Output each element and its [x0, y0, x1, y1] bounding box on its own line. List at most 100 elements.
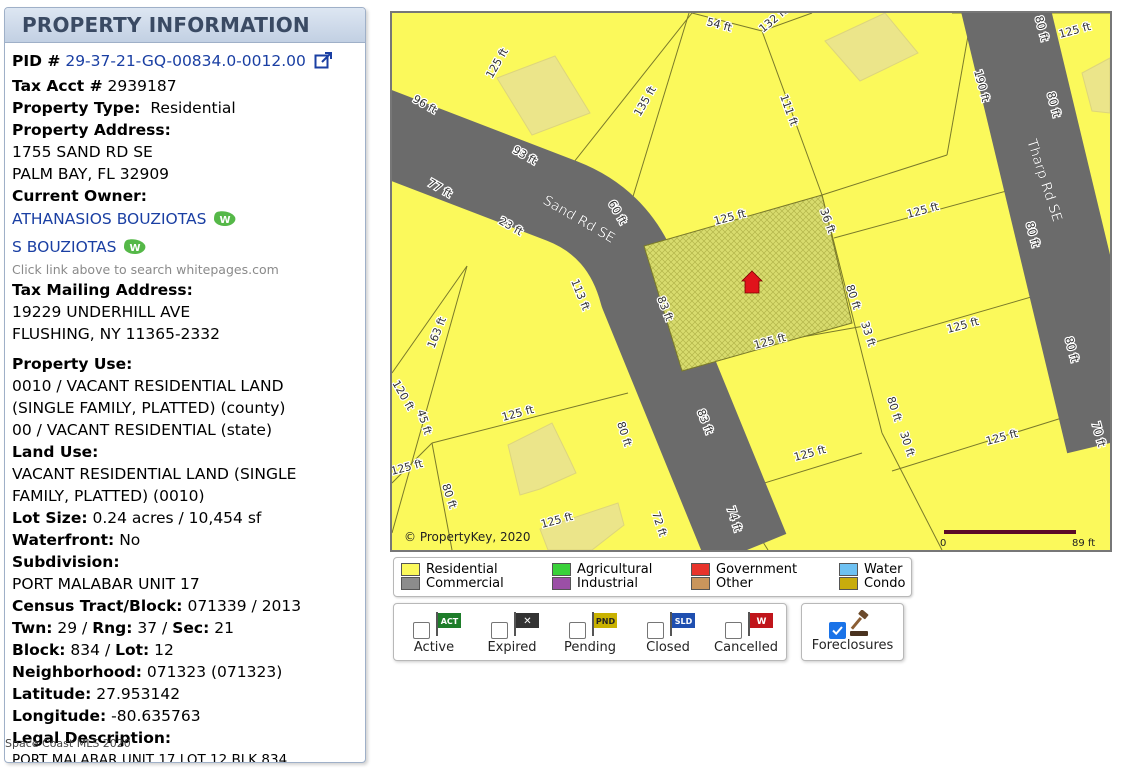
- property-use-line1: 0010 / VACANT RESIDENTIAL LAND: [12, 377, 284, 395]
- panel-body: PID # 29-37-21-GQ-00834.0-0012.00 Tax Ac…: [5, 43, 365, 762]
- census-value: 071339 / 2013: [187, 597, 302, 615]
- owner1-link[interactable]: ATHANASIOS BOUZIOTAS: [12, 210, 206, 228]
- gavel-icon: [850, 610, 869, 636]
- longitude-label: Longitude:: [12, 707, 107, 725]
- lot-size-label: Lot Size:: [12, 509, 88, 527]
- twn-label: Twn:: [12, 619, 53, 637]
- filter-closed[interactable]: SLD Closed: [631, 604, 705, 660]
- parcel-map[interactable]: Sand Rd SE Tharp Rd SE 125 ft 54 ft 132 …: [390, 11, 1112, 552]
- neighborhood-value: 071323 (071323): [146, 663, 283, 681]
- property-address-label: Property Address:: [12, 121, 171, 139]
- whitepages-icon[interactable]: W: [213, 211, 237, 233]
- foreclosures-filter[interactable]: Foreclosures: [801, 603, 904, 661]
- pid-link[interactable]: 29-37-21-GQ-00834.0-0012.00: [65, 52, 306, 70]
- svg-text:W: W: [130, 243, 141, 254]
- foreclosures-label: Foreclosures: [811, 638, 894, 653]
- foreclosures-checkbox[interactable]: [829, 622, 846, 639]
- legend-swatch: [839, 562, 858, 576]
- legend-swatch: [552, 562, 571, 576]
- panel-title: PROPERTY INFORMATION: [22, 13, 310, 37]
- sec-label: Sec:: [172, 619, 210, 637]
- block-label: Block:: [12, 641, 66, 659]
- active-flag-icon: ACT: [436, 612, 461, 636]
- owner2-link[interactable]: S BOUZIOTAS: [12, 238, 117, 256]
- whitepages-icon[interactable]: W: [123, 239, 147, 261]
- legend-item-condo: Condo: [839, 575, 906, 591]
- longitude-value: -80.635763: [111, 707, 201, 725]
- legend-label: Water: [864, 561, 903, 577]
- cancelled-flag-icon: W: [748, 612, 773, 636]
- property-type-value: Residential: [150, 99, 236, 117]
- latitude-label: Latitude:: [12, 685, 92, 703]
- mailing-line1: 19229 UNDERHILL AVE: [12, 303, 191, 321]
- mailing-address-label: Tax Mailing Address:: [12, 281, 193, 299]
- checkmark-icon: [832, 626, 843, 636]
- filter-cancelled-label: Cancelled: [714, 640, 778, 655]
- filter-pending[interactable]: PND Pending: [553, 604, 627, 660]
- pending-flag-icon: PND: [592, 612, 617, 636]
- closed-flag-icon: SLD: [670, 612, 695, 636]
- filter-cancelled-checkbox[interactable]: [725, 622, 742, 639]
- legend-item-industrial: Industrial: [552, 576, 638, 591]
- filter-active-checkbox[interactable]: [413, 622, 430, 639]
- waterfront-label: Waterfront:: [12, 531, 115, 549]
- address-line2: PALM BAY, FL 32909: [12, 165, 170, 183]
- legend-swatch: [691, 576, 710, 590]
- legend-label: Residential: [426, 561, 498, 577]
- legend-item-agricultural: Agricultural: [552, 562, 652, 577]
- property-use-line2: (SINGLE FAMILY, PLATTED) (county): [12, 399, 286, 417]
- legend-item-other: Other: [691, 575, 753, 591]
- svg-text:SLD: SLD: [675, 617, 693, 626]
- property-use-label: Property Use:: [12, 355, 133, 373]
- filter-expired-checkbox[interactable]: [491, 622, 508, 639]
- filter-pending-label: Pending: [564, 640, 616, 655]
- filter-active-label: Active: [413, 640, 455, 655]
- land-use-line2: FAMILY, PLATTED) (0010): [12, 487, 205, 505]
- mailing-line2: FLUSHING, NY 11365-2332: [12, 325, 220, 343]
- legend-item-water: Water: [839, 561, 903, 577]
- twn-value: 29: [57, 619, 78, 637]
- subdivision-value: PORT MALABAR UNIT 17: [12, 575, 200, 593]
- subdivision-label: Subdivision:: [12, 553, 120, 571]
- svg-text:W: W: [757, 617, 767, 627]
- waterfront-value: No: [119, 531, 141, 549]
- latitude-value: 27.953142: [96, 685, 181, 703]
- filter-expired[interactable]: ✕ Expired: [475, 604, 549, 660]
- land-use-label: Land Use:: [12, 443, 99, 461]
- svg-text:W: W: [220, 215, 231, 226]
- legend-swatch: [691, 562, 710, 576]
- legend-label: Other: [716, 575, 753, 591]
- property-type-label: Property Type:: [12, 99, 141, 117]
- legend-item-government: Government: [691, 561, 798, 577]
- filter-active[interactable]: ACT Active: [397, 604, 471, 660]
- expired-flag-icon: ✕: [514, 612, 539, 636]
- legend-label: Condo: [864, 575, 906, 591]
- neighborhood-label: Neighborhood:: [12, 663, 142, 681]
- listing-status-filters: ACT Active ✕ Expired PND Pending SLD Clo…: [393, 603, 787, 661]
- svg-text:ACT: ACT: [441, 617, 459, 626]
- census-label: Census Tract/Block:: [12, 597, 183, 615]
- filter-pending-checkbox[interactable]: [569, 622, 586, 639]
- legend-label: Government: [716, 561, 798, 577]
- svg-text:✕: ✕: [523, 616, 531, 627]
- map-copyright: © PropertyKey, 2020: [404, 530, 531, 544]
- filter-closed-label: Closed: [646, 640, 690, 655]
- whitepages-note: Click link above to search whitepages.co…: [12, 262, 279, 277]
- filter-closed-checkbox[interactable]: [647, 622, 664, 639]
- filter-cancelled[interactable]: W Cancelled: [709, 604, 783, 660]
- legend-swatch: [401, 562, 420, 576]
- filter-expired-label: Expired: [487, 640, 537, 655]
- map-legend: Residential Commercial Agricultural Indu…: [393, 557, 912, 597]
- lot-label: Lot:: [115, 641, 150, 659]
- block-value: 834: [70, 641, 101, 659]
- legend-item-residential: Residential: [401, 561, 498, 577]
- external-link-icon[interactable]: [314, 52, 333, 75]
- tax-acct-value: 2939187: [107, 77, 177, 95]
- svg-text:PND: PND: [596, 617, 616, 626]
- address-line1: 1755 SAND RD SE: [12, 143, 153, 161]
- current-owner-label: Current Owner:: [12, 187, 147, 205]
- map-canvas: Sand Rd SE Tharp Rd SE 125 ft 54 ft 132 …: [392, 13, 1110, 550]
- pid-label: PID #: [12, 52, 61, 70]
- scale-end: 89 ft: [1072, 538, 1095, 549]
- mls-copyright: Space Coast MLS 2020: [5, 737, 131, 750]
